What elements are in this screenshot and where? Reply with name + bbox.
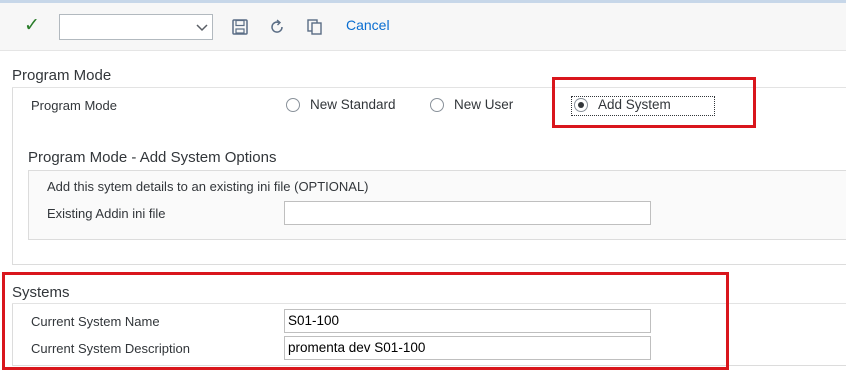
checkmark-icon[interactable]: ✓ — [24, 15, 44, 37]
highlight-box-systems — [2, 272, 729, 370]
program-mode-section-title: Program Mode — [12, 67, 112, 84]
ini-hint-text: Add this sytem details to an existing in… — [47, 179, 369, 194]
existing-ini-label: Existing Addin ini file — [47, 206, 166, 221]
toolbar: ✓ Cancel — [0, 3, 846, 51]
existing-ini-input[interactable] — [284, 201, 651, 225]
command-combo[interactable] — [59, 14, 213, 40]
highlight-box-add-system — [552, 77, 756, 128]
add-system-options-title: Program Mode - Add System Options — [28, 149, 277, 166]
save-icon[interactable] — [231, 18, 249, 36]
refresh-icon[interactable] — [268, 18, 286, 36]
chevron-down-icon[interactable] — [196, 21, 208, 33]
copy-icon[interactable] — [306, 18, 324, 36]
cancel-button[interactable]: Cancel — [346, 17, 390, 33]
